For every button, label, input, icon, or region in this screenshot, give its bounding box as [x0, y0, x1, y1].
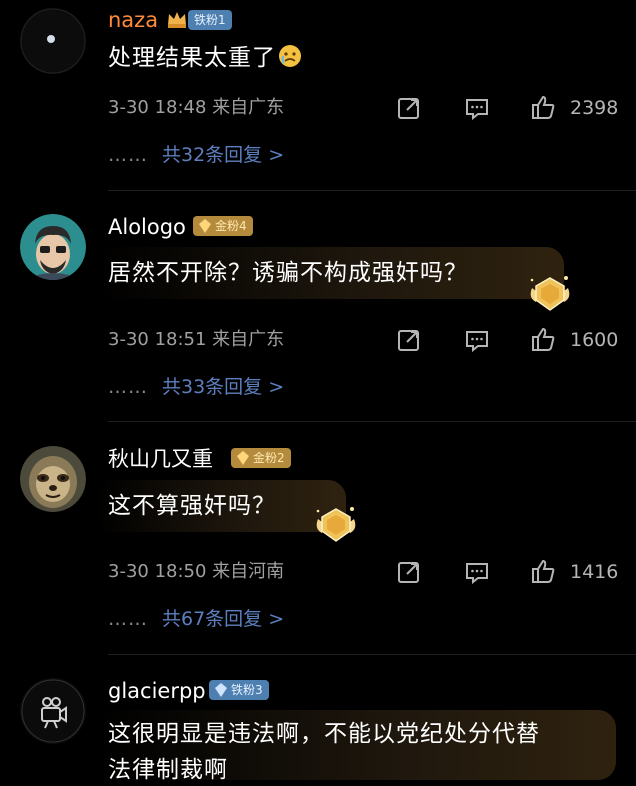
diamond-icon: [213, 682, 229, 698]
comment-item: glacierpp 铁粉3 这很明显是违法啊，不能以党纪处分代替 法律制裁啊: [0, 0, 636, 783]
comment-text-line: 这很明显是违法啊，不能以党纪处分代替: [108, 721, 540, 747]
comment-text: 这很明显是违法啊，不能以党纪处分代替 法律制裁啊: [108, 718, 540, 786]
username[interactable]: glacierpp: [108, 678, 206, 704]
comment-text-line: 法律制裁啊: [108, 757, 228, 783]
fan-badge: 铁粉3: [209, 680, 269, 700]
avatar[interactable]: [20, 678, 86, 744]
